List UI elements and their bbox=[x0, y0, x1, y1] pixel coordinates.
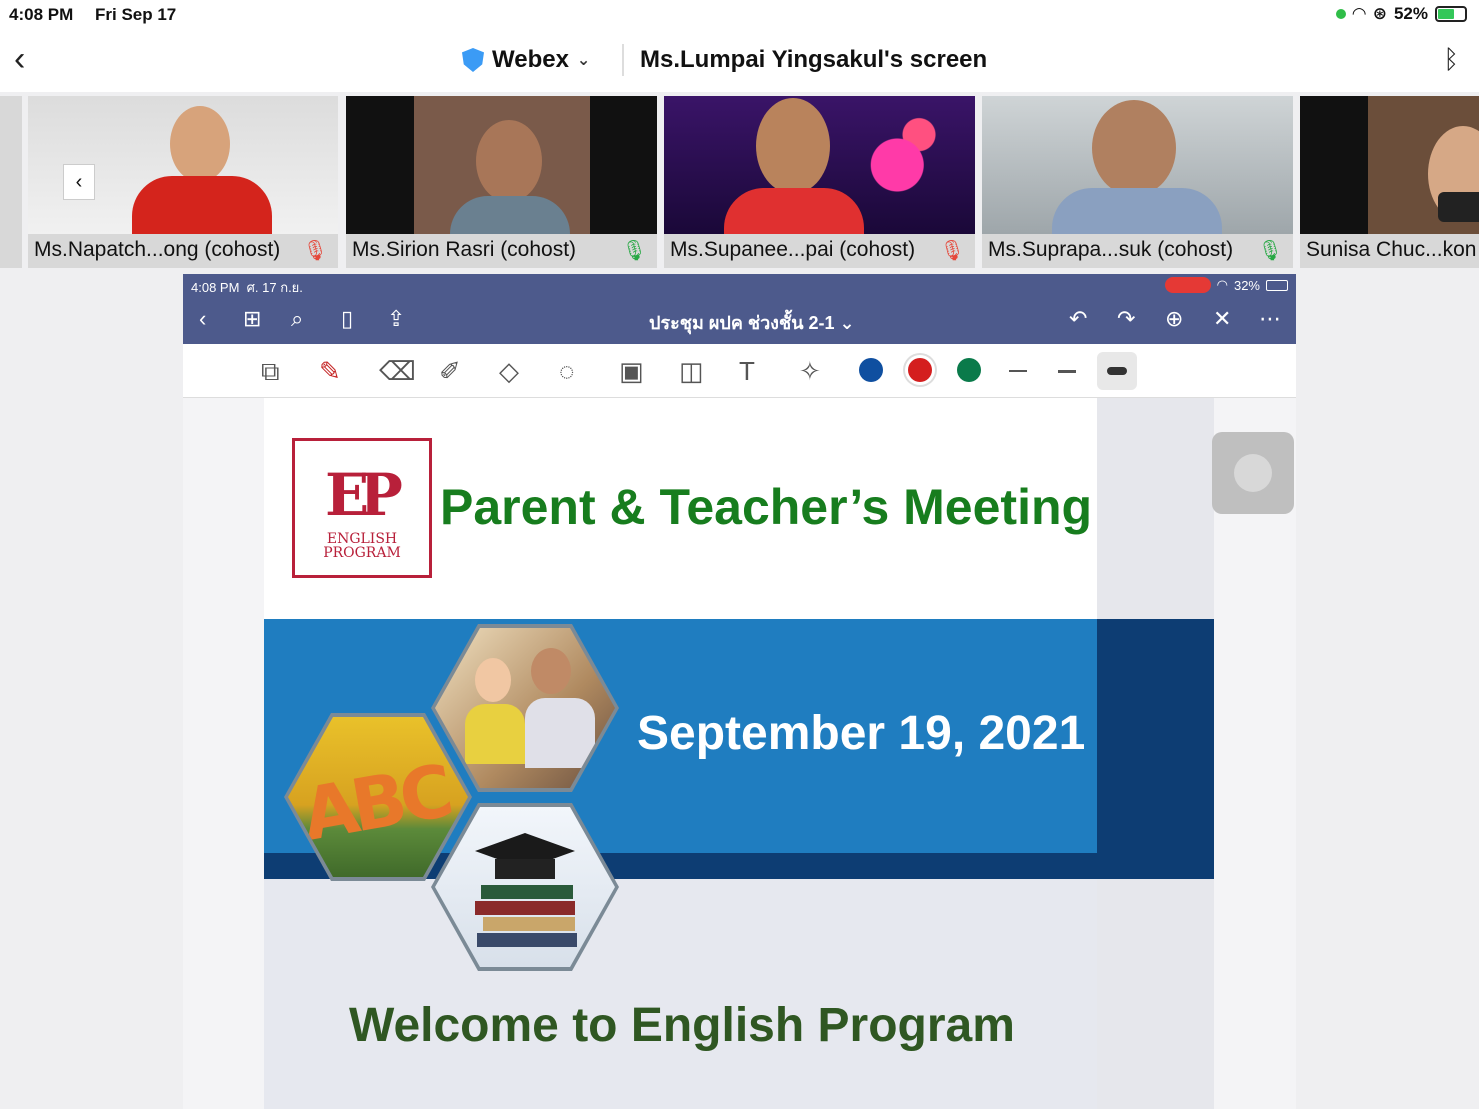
mic-icon: 🎙 bbox=[621, 240, 647, 262]
color-blue-button[interactable] bbox=[859, 358, 883, 382]
slide-lower bbox=[264, 879, 1097, 1109]
add-page-icon[interactable]: ⊕ bbox=[1165, 306, 1183, 332]
search-icon[interactable]: ⌕ bbox=[291, 306, 303, 332]
eraser-icon[interactable]: ⌫ bbox=[379, 356, 416, 387]
participant-video bbox=[982, 96, 1293, 234]
shared-status-bar: 4:08 PM ศ. 17 ก.ย. ◠ 32% bbox=[183, 274, 1296, 296]
shared-screen: 4:08 PM ศ. 17 ก.ย. ◠ 32% ‹ ⊞ ⌕ ▯ ⇪ ประชุ… bbox=[183, 274, 1296, 1109]
text-icon[interactable]: T bbox=[739, 356, 755, 387]
battery-icon bbox=[1266, 279, 1288, 291]
orientation-lock-icon: ⊛ bbox=[1372, 4, 1387, 23]
participant-name-bar: Ms.Napatch...ong (cohost) 🎙 bbox=[28, 234, 338, 268]
read-only-icon[interactable]: ⧉ bbox=[261, 356, 280, 388]
participant-tile[interactable]: Ms.Sirion Rasri (cohost) 🎙 bbox=[346, 96, 657, 268]
mic-muted-icon: 🎙 bbox=[302, 240, 328, 262]
image-icon[interactable]: ▣ bbox=[619, 356, 644, 387]
participant-video bbox=[1300, 96, 1479, 234]
wifi-icon: ◠ bbox=[1216, 277, 1228, 292]
stroke-thin-button[interactable] bbox=[1009, 370, 1027, 372]
back-icon[interactable]: ‹ bbox=[199, 306, 206, 332]
participant-tile[interactable]: Ms.Supanee...pai (cohost) 🎙 bbox=[664, 96, 975, 268]
stroke-thick-button[interactable] bbox=[1097, 352, 1137, 390]
redo-icon[interactable]: ↷ bbox=[1117, 306, 1135, 332]
participant-name: Ms.Supanee...pai (cohost) bbox=[670, 238, 916, 261]
shared-battery: 32% bbox=[1233, 277, 1260, 293]
meeting-date: September 19, 2021 bbox=[637, 707, 1086, 760]
mic-muted-icon: 🎙 bbox=[939, 240, 965, 262]
participant-tile[interactable]: Ms.Suprapa...suk (cohost) 🎙 bbox=[982, 96, 1293, 268]
mic-icon: 🎙 bbox=[1257, 240, 1283, 262]
participant-name: Ms.Sirion Rasri (cohost) bbox=[352, 238, 577, 261]
participant-tile[interactable]: Sunisa Chuc...kon bbox=[1300, 96, 1479, 268]
scroll-left-button[interactable]: ‹ bbox=[63, 164, 95, 200]
bluetooth-icon[interactable]: ᛒ bbox=[1443, 44, 1459, 75]
bookmark-icon[interactable]: ▯ bbox=[341, 306, 353, 332]
highlighter-icon[interactable]: ✐ bbox=[439, 356, 461, 387]
webex-menu[interactable]: Webex ⌄ bbox=[462, 46, 590, 74]
participant-strip: ‹ Ms.Napatch...ong (cohost) 🎙 Ms.Sirion … bbox=[0, 96, 1479, 272]
drawing-tools: ⧉ ✎ ⌫ ✐ ◇ ◌ ▣ ◫ T ✧ bbox=[183, 344, 1296, 398]
color-green-button[interactable] bbox=[957, 358, 981, 382]
participant-name-bar: Ms.Sirion Rasri (cohost) 🎙 bbox=[346, 234, 657, 268]
participant-name-bar: Ms.Suprapa...suk (cohost) 🎙 bbox=[982, 234, 1293, 268]
document-title[interactable]: ประชุม ผปค ช่วงชั้น 2-1 ⌄ bbox=[649, 308, 855, 337]
participant-tile[interactable]: ‹ Ms.Napatch...ong (cohost) 🎙 bbox=[28, 96, 338, 268]
shared-time: 4:08 PM ศ. 17 ก.ย. bbox=[191, 280, 303, 295]
more-icon[interactable]: ⋯ bbox=[1259, 306, 1281, 332]
participant-name: Ms.Suprapa...suk (cohost) bbox=[988, 238, 1234, 261]
english-program-logo: EP ENGLISH PROGRAM bbox=[292, 438, 432, 578]
back-button[interactable]: ‹ bbox=[14, 42, 25, 76]
participant-video bbox=[664, 96, 975, 234]
color-red-button[interactable] bbox=[908, 358, 932, 382]
laser-pointer-icon[interactable]: ✧ bbox=[799, 356, 821, 387]
share-title: Ms.Lumpai Yingsakul's screen bbox=[640, 46, 988, 73]
slide-title: Parent & Teacher’s Meeting bbox=[440, 479, 1093, 535]
notes-toolbar: ‹ ⊞ ⌕ ▯ ⇪ ประชุม ผปค ช่วงชั้น 2-1 ⌄ ↶ ↷ … bbox=[183, 296, 1296, 344]
participant-name-bar: Sunisa Chuc...kon bbox=[1300, 234, 1479, 268]
assistive-touch-button[interactable] bbox=[1212, 432, 1294, 514]
camera-indicator-icon bbox=[1335, 9, 1346, 19]
undo-icon[interactable]: ↶ bbox=[1069, 306, 1087, 332]
shapes-icon[interactable]: ◇ bbox=[499, 356, 519, 387]
status-time: 4:08 PM bbox=[9, 5, 74, 24]
participant-name: Ms.Napatch...ong (cohost) bbox=[34, 238, 281, 261]
share-icon[interactable]: ⇪ bbox=[387, 306, 405, 332]
wifi-icon: ◠ bbox=[1352, 4, 1366, 23]
webex-label: Webex bbox=[492, 46, 569, 73]
chevron-down-icon: ⌄ bbox=[576, 52, 591, 69]
recording-indicator bbox=[1164, 277, 1211, 293]
meeting-header: ‹ Webex ⌄ Ms.Lumpai Yingsakul's screen ᛒ bbox=[0, 30, 1479, 92]
pen-icon[interactable]: ✎ bbox=[319, 356, 341, 387]
status-bar: 4:08 PM Fri Sep 17 ◠ ⊛ 52% bbox=[0, 0, 1479, 30]
participant-name-bar: Ms.Supanee...pai (cohost) 🎙 bbox=[664, 234, 975, 268]
battery-icon bbox=[1435, 6, 1467, 22]
participant-video bbox=[346, 96, 657, 234]
participant-name: Sunisa Chuc...kon bbox=[1306, 238, 1477, 261]
grid-icon[interactable]: ⊞ bbox=[243, 306, 261, 332]
lasso-icon[interactable]: ◌ bbox=[559, 356, 574, 387]
shield-icon bbox=[462, 48, 484, 72]
camera-icon[interactable]: ◫ bbox=[679, 356, 704, 387]
divider bbox=[622, 44, 624, 76]
stroke-medium-button[interactable] bbox=[1058, 370, 1076, 373]
status-right: ◠ ⊛ 52% bbox=[1335, 4, 1467, 24]
status-date: Fri Sep 17 bbox=[95, 5, 177, 24]
chevron-left-icon: ‹ bbox=[75, 170, 83, 193]
welcome-text: Welcome to English Program bbox=[349, 999, 1015, 1052]
participant-tile-partial[interactable] bbox=[0, 96, 22, 268]
slide-page[interactable]: EP ENGLISH PROGRAM Parent & Teacher’s Me… bbox=[264, 398, 1214, 1109]
battery-percent: 52% bbox=[1393, 4, 1428, 23]
shared-status-right: ◠ 32% bbox=[1164, 277, 1288, 293]
ep-logo-icon: EP bbox=[325, 461, 403, 529]
close-icon[interactable]: ✕ bbox=[1213, 306, 1231, 332]
dark-band bbox=[1097, 619, 1214, 879]
